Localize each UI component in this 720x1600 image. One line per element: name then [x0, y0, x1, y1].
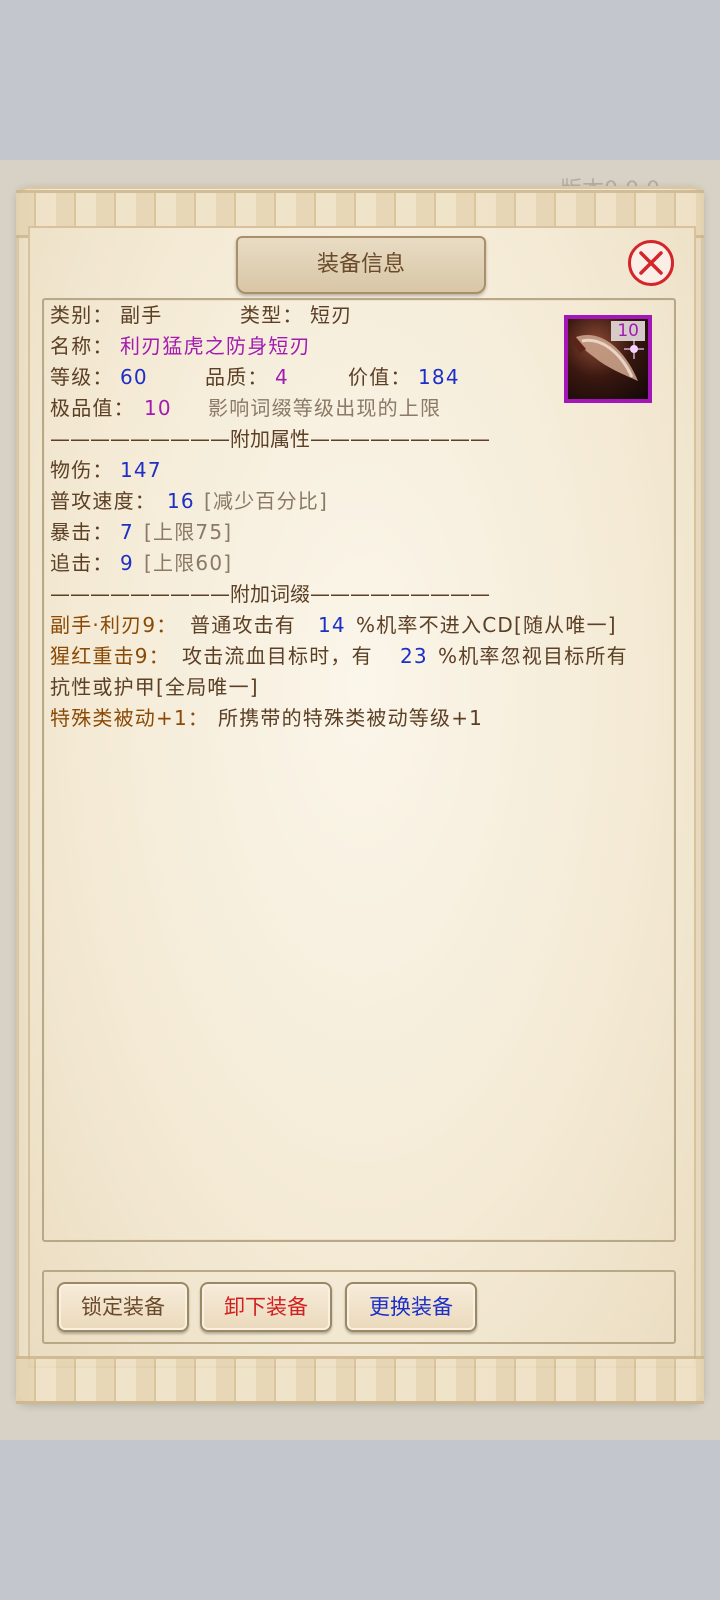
row-level: 等级： 60 品质： 4 价值： 184 [50, 362, 550, 393]
phys-value: 147 [120, 458, 162, 482]
category-value: 副手 [120, 303, 163, 327]
excellence-label: 极品值： [50, 396, 135, 420]
type-label: 类型： [240, 303, 304, 327]
row-crit: 暴击： 7 [上限75] [50, 517, 450, 548]
row-category: 类别： 副手 类型： 短刃 [50, 300, 550, 331]
item-slot[interactable]: 10 [564, 315, 652, 403]
phys-label: 物伤： [50, 458, 114, 482]
screen: 版本0.0.0 装备信息 10 类别： 副手 类型： 短刃 名称： 利刃猛虎之防… [0, 0, 720, 1600]
quality-label: 品质： [205, 365, 269, 389]
affix-1-value: 14 [318, 613, 346, 637]
row-phys: 物伤： 147 [50, 455, 450, 486]
category-label: 类别： [50, 303, 114, 327]
speed-note: [减少百分比] [204, 489, 329, 513]
unequip-button[interactable]: 卸下装备 [200, 1282, 332, 1332]
swap-equipment-button[interactable]: 更换装备 [345, 1282, 477, 1332]
divider-affixes: —————————附加词缀————————— [50, 582, 490, 606]
level-value: 60 [120, 365, 148, 389]
name-label: 名称： [50, 334, 114, 358]
row-excellence: 极品值： 10 影响词缀等级出现的上限 [50, 393, 550, 424]
excellence-note: 影响词缀等级出现的上限 [208, 396, 442, 420]
affix-row-1: 副手·利刃9： 普通攻击有 14 %机率不进入CD[随从唯一] [50, 610, 660, 641]
row-name: 名称： 利刃猛虎之防身短刃 [50, 331, 550, 362]
crit-value: 7 [120, 520, 134, 544]
affix-3-text: 所携带的特殊类被动等级+1 [218, 706, 484, 730]
close-button[interactable] [628, 240, 674, 286]
item-count-badge: 10 [611, 321, 645, 341]
affix-2-line-2: 抗性或护甲[全局唯一] [50, 675, 259, 699]
affix-row-2: 猩红重击9： 攻击流血目标时，有 23 %机率忽视目标所有 [50, 641, 660, 672]
row-speed: 普攻速度： 16 [减少百分比] [50, 486, 450, 517]
affix-row-3: 特殊类被动+1： 所携带的特殊类被动等级+1 [50, 703, 660, 734]
excellence-value: 10 [144, 396, 172, 420]
affix-2-text-pre: 攻击流血目标时，有 [182, 644, 373, 668]
level-label: 等级： [50, 365, 114, 389]
affix-3-name: 特殊类被动+1： [50, 706, 210, 730]
pursuit-note: [上限60] [144, 551, 233, 575]
affix-2-text-post: %机率忽视目标所有 [438, 644, 628, 668]
speed-label: 普攻速度： [50, 489, 156, 513]
item-name: 利刃猛虎之防身短刃 [120, 334, 311, 358]
affix-2-value: 23 [400, 644, 428, 668]
crit-label: 暴击： [50, 520, 114, 544]
type-value: 短刃 [310, 303, 353, 327]
close-icon [639, 251, 663, 275]
lock-equipment-button[interactable]: 锁定装备 [57, 1282, 189, 1332]
pursuit-value: 9 [120, 551, 134, 575]
affix-1-text-pre: 普通攻击有 [190, 613, 296, 637]
dialog-frame-bottom-border [16, 1356, 704, 1404]
speed-value: 16 [167, 489, 195, 513]
value-label: 价值： [348, 365, 412, 389]
value-value: 184 [418, 365, 460, 389]
quality-value: 4 [275, 365, 289, 389]
pursuit-label: 追击： [50, 551, 114, 575]
divider-attributes: —————————附加属性————————— [50, 427, 490, 451]
affix-1-name: 副手·利刃9： [50, 613, 178, 637]
crit-note: [上限75] [144, 520, 233, 544]
affix-2-name: 猩红重击9： [50, 644, 170, 668]
affix-1-text-post: %机率不进入CD[随从唯一] [356, 613, 617, 637]
dialog-title: 装备信息 [236, 236, 486, 294]
row-pursuit: 追击： 9 [上限60] [50, 548, 450, 579]
